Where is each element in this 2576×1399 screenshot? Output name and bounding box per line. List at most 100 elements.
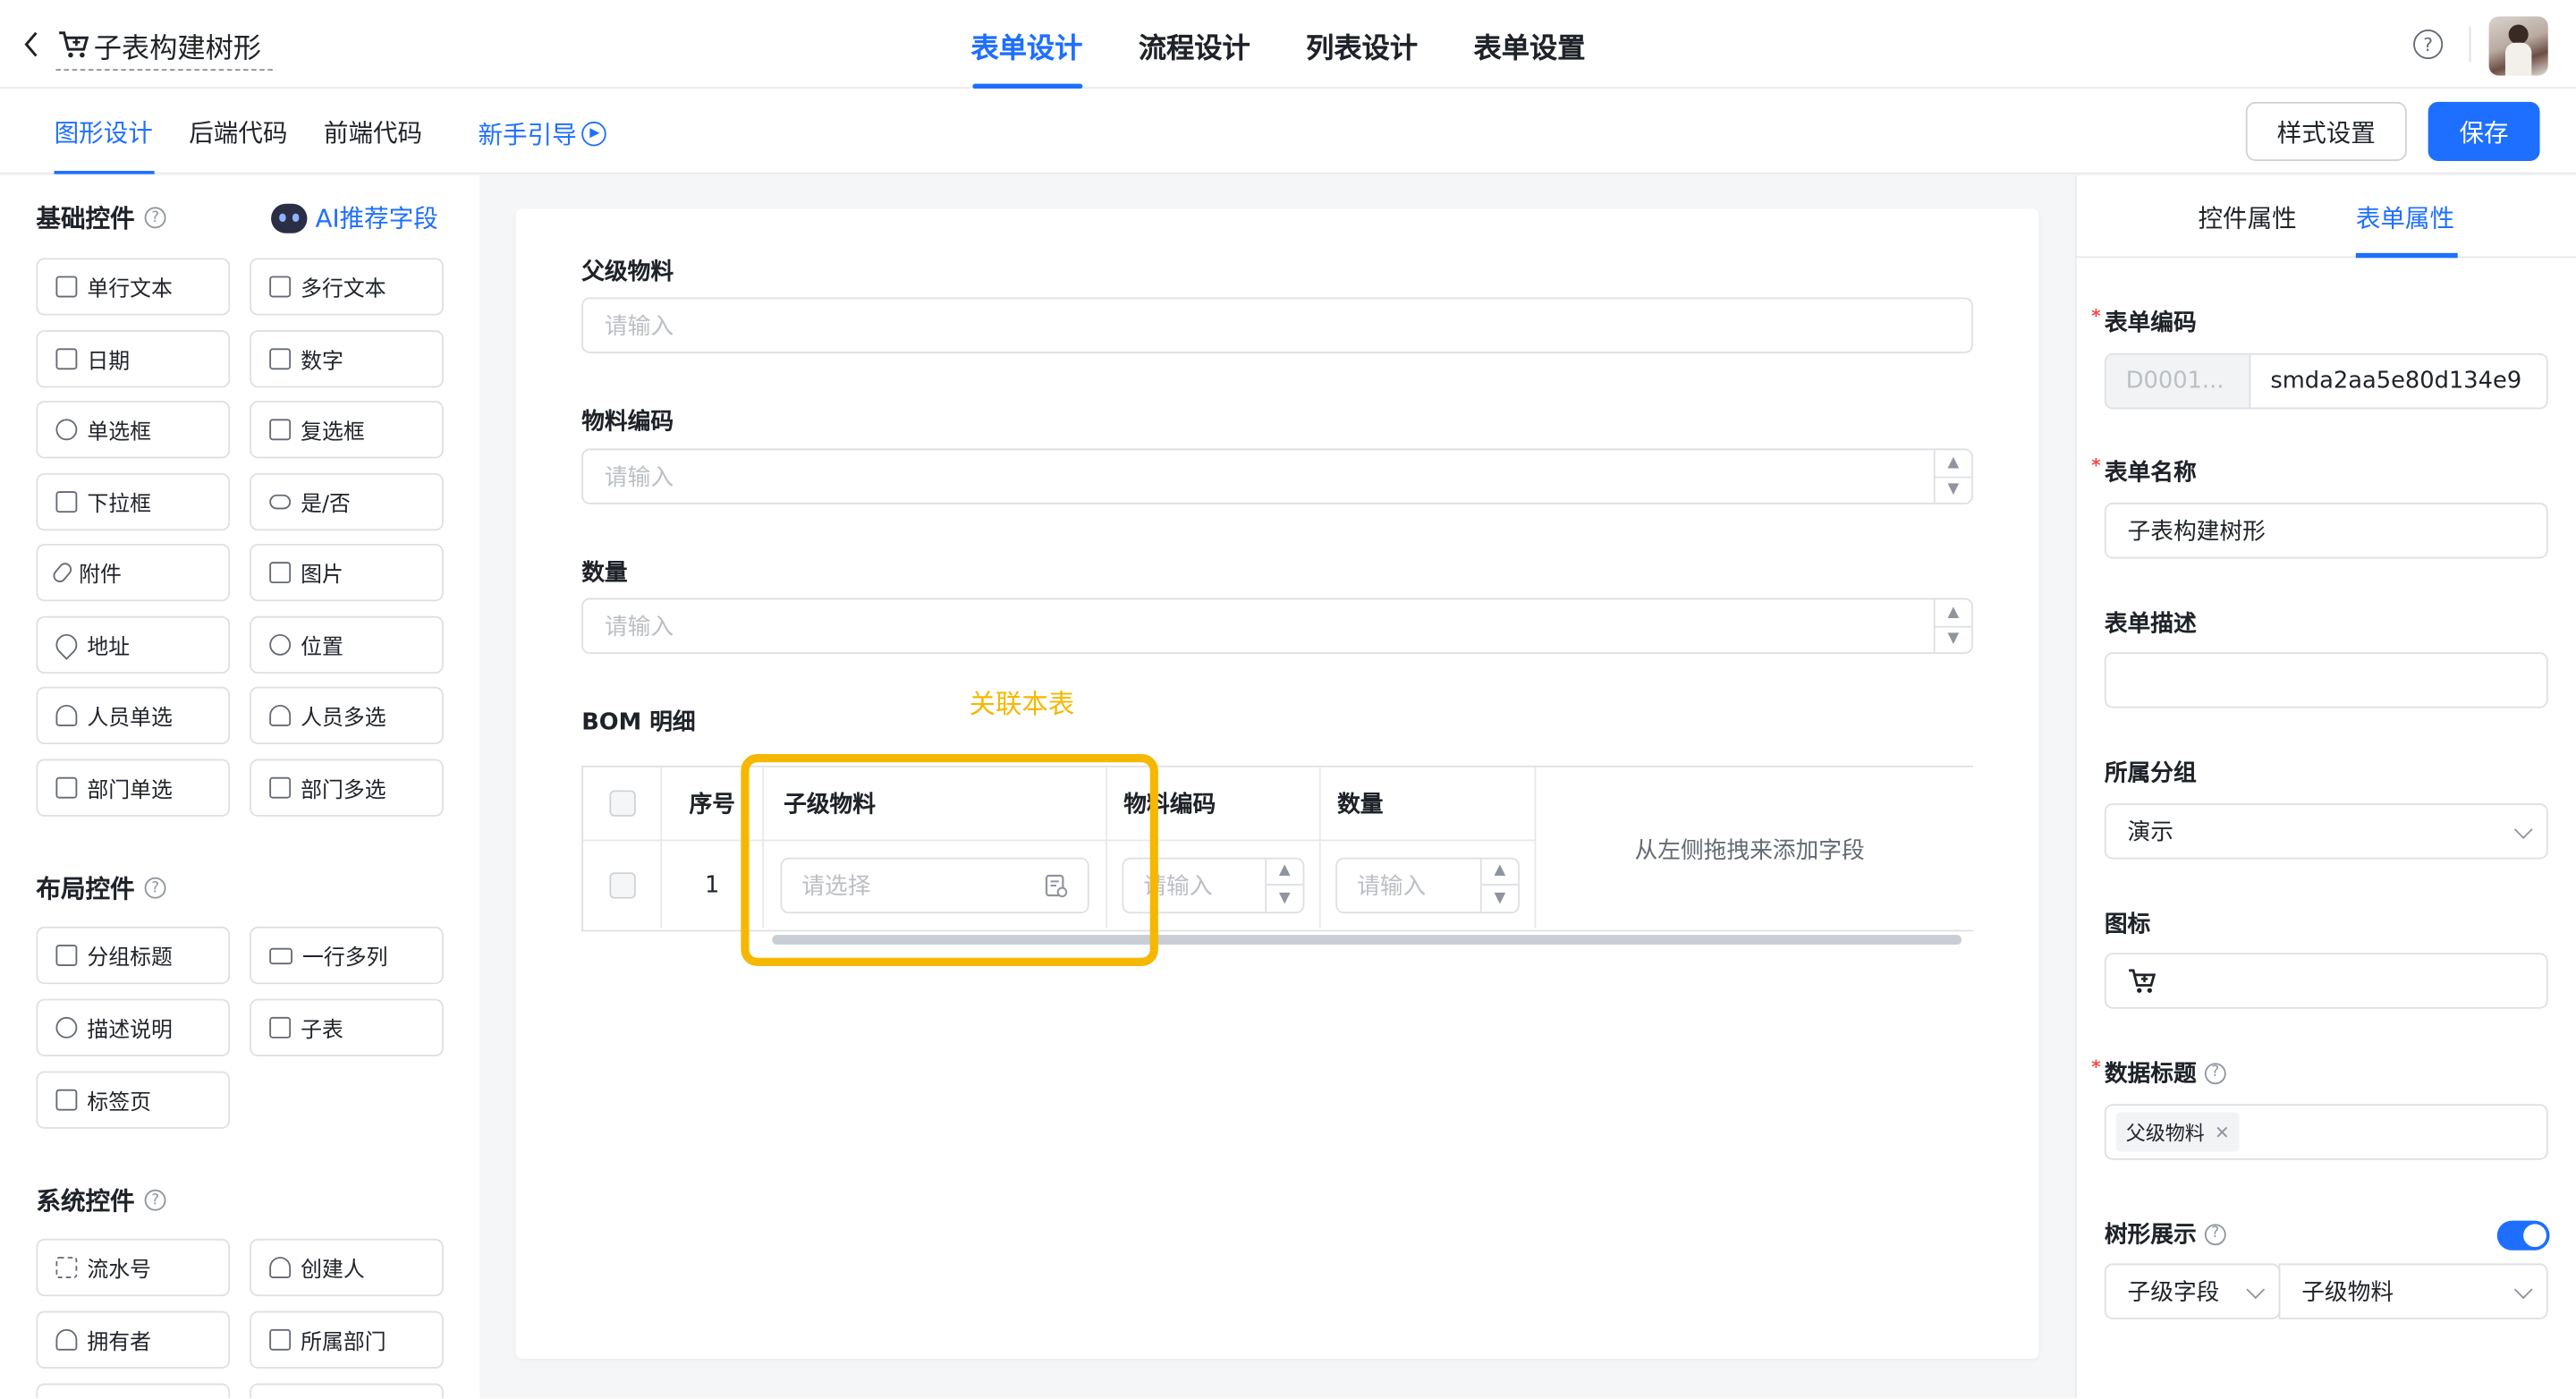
close-icon[interactable]: ✕ [2215, 1122, 2230, 1143]
child-material-value: 子级物料 [2301, 1279, 2394, 1307]
tab-graphic-design[interactable]: 图形设计 [36, 89, 171, 174]
subtable-label: BOM 明细 [581, 709, 696, 736]
control-location[interactable]: 位置 [250, 615, 444, 674]
control-label: 地址 [87, 635, 131, 661]
select-all-checkbox[interactable] [608, 790, 635, 817]
control-single-line-text[interactable]: 单行文本 [36, 258, 231, 316]
chevron-down-icon[interactable]: ▼ [1936, 627, 1971, 652]
control-yes-no[interactable]: 是/否 [250, 472, 444, 531]
column-header-material-code[interactable]: 物料编码 [1107, 767, 1321, 840]
control-multi-line-text[interactable]: 多行文本 [250, 258, 444, 316]
app-title[interactable]: 子表构建树形 [94, 25, 261, 66]
group-value: 演示 [2127, 819, 2174, 846]
icon-picker[interactable] [2104, 953, 2548, 1009]
control-user-multi[interactable]: 人员多选 [250, 686, 444, 745]
divider [2469, 26, 2471, 63]
tab-flow-design[interactable]: 流程设计 [1111, 0, 1278, 89]
avatar[interactable] [2488, 16, 2548, 76]
control-address[interactable]: 地址 [36, 615, 231, 674]
column-header-quantity[interactable]: 数量 [1321, 767, 1537, 840]
control-creator[interactable]: 创建人 [250, 1238, 444, 1297]
control-image[interactable]: 图片 [250, 543, 444, 602]
control-department[interactable]: 所属部门 [250, 1310, 444, 1369]
chevron-down-icon[interactable]: ▼ [1482, 886, 1518, 911]
tree-display-toggle[interactable] [2496, 1220, 2550, 1251]
control-group-title[interactable]: 分组标题 [36, 926, 231, 985]
parent-material-input[interactable]: 请输入 [581, 297, 1973, 353]
form-description-input[interactable] [2104, 652, 2548, 708]
tab-frontend-code[interactable]: 前端代码 [306, 89, 441, 174]
child-material-select[interactable]: 请选择 [780, 856, 1089, 913]
department-icon [55, 776, 78, 799]
form-code-input[interactable]: smda2aa5e80d134e9 [2250, 368, 2521, 394]
control-tab-page[interactable]: 标签页 [36, 1071, 231, 1129]
chevron-down-icon[interactable]: ▼ [1936, 478, 1971, 503]
placeholder: 请输入 [604, 614, 674, 641]
chevron-up-icon[interactable]: ▲ [1267, 859, 1303, 886]
help-icon[interactable]: ? [144, 207, 166, 229]
control-serial-number[interactable]: 流水号 [36, 1238, 231, 1297]
number-stepper[interactable]: ▲ ▼ [1265, 858, 1303, 911]
control-subtable[interactable]: 子表 [250, 998, 444, 1056]
control-attachment[interactable]: 附件 [36, 543, 231, 602]
control-dept-multi[interactable]: 部门多选 [250, 759, 444, 817]
style-settings-button[interactable]: 样式设置 [2245, 101, 2407, 161]
horizontal-scrollbar[interactable] [772, 935, 1962, 945]
control-dept-single[interactable]: 部门单选 [36, 759, 231, 817]
tab-form-properties[interactable]: 表单属性 [2356, 200, 2454, 235]
control-date[interactable]: 日期 [36, 330, 231, 388]
field-label-parent-material: 父级物料 [581, 259, 674, 286]
number-stepper[interactable]: ▲ ▼ [1933, 599, 1972, 653]
tab-control-properties[interactable]: 控件属性 [2199, 200, 2297, 235]
guide-link[interactable]: 新手引导 [478, 116, 606, 151]
number-stepper[interactable]: ▲ ▼ [1933, 450, 1972, 504]
control-dropdown[interactable]: 下拉框 [36, 472, 231, 531]
column-header-child-material[interactable]: 子级物料 [764, 767, 1107, 840]
material-code-cell-input[interactable]: 请输入 ▲ ▼ [1122, 856, 1305, 913]
control-number[interactable]: 数字 [250, 330, 444, 388]
control-owner[interactable]: 拥有者 [36, 1310, 231, 1369]
help-icon[interactable]: ? [2204, 1223, 2226, 1245]
child-material-field-select[interactable]: 子级物料 [2278, 1263, 2548, 1319]
control-label: 多行文本 [301, 277, 386, 302]
tab-backend-code[interactable]: 后端代码 [171, 89, 306, 174]
form-name-input[interactable]: 子表构建树形 [2104, 503, 2548, 559]
departments-icon [269, 776, 292, 799]
group-select[interactable]: 演示 [2104, 803, 2548, 860]
tab-form-settings[interactable]: 表单设置 [1445, 0, 1613, 89]
number-stepper[interactable]: ▲ ▼ [1479, 858, 1519, 911]
section-basic-controls: 基础控件 ? [36, 200, 166, 235]
help-icon[interactable]: ? [144, 877, 166, 899]
radio-icon [55, 419, 78, 441]
control-more[interactable] [36, 1383, 231, 1399]
quantity-cell-input[interactable]: 请输入 ▲ ▼ [1335, 856, 1520, 913]
tab-list-design[interactable]: 列表设计 [1278, 0, 1445, 89]
number-icon [269, 348, 292, 370]
back-button[interactable] [16, 26, 46, 62]
control-description[interactable]: 描述说明 [36, 998, 231, 1056]
ai-recommend-button[interactable]: AI推荐字段 [271, 200, 438, 235]
quantity-input[interactable]: 请输入 ▲ ▼ [581, 598, 1973, 655]
chevron-up-icon[interactable]: ▲ [1935, 450, 1972, 478]
control-checkbox[interactable]: 复选框 [250, 401, 444, 459]
drop-hint: 从左侧拖拽来添加字段 [1634, 837, 1865, 865]
chevron-up-icon[interactable]: ▲ [1481, 859, 1519, 886]
row-checkbox[interactable] [608, 871, 635, 898]
data-title-select[interactable]: 父级物料 ✕ [2104, 1104, 2548, 1160]
chevron-up-icon[interactable]: ▲ [1935, 599, 1972, 627]
control-more[interactable] [250, 1383, 444, 1399]
child-field-select[interactable]: 子级字段 [2104, 1263, 2281, 1319]
help-icon[interactable]: ? [2204, 1062, 2226, 1084]
control-label: 人员多选 [301, 706, 386, 732]
help-icon[interactable]: ? [144, 1189, 166, 1211]
control-multi-column[interactable]: 一行多列 [250, 926, 444, 985]
chevron-down-icon[interactable]: ▼ [1267, 886, 1302, 911]
control-label: 一行多列 [301, 945, 388, 971]
save-button[interactable]: 保存 [2428, 101, 2540, 161]
tab-form-design[interactable]: 表单设计 [943, 0, 1110, 89]
control-label: 复选框 [301, 420, 365, 445]
help-icon[interactable]: ? [2413, 30, 2444, 60]
control-user-single[interactable]: 人员单选 [36, 686, 231, 745]
control-radio[interactable]: 单选框 [36, 401, 231, 459]
material-code-input[interactable]: 请输入 ▲ ▼ [581, 448, 1973, 504]
